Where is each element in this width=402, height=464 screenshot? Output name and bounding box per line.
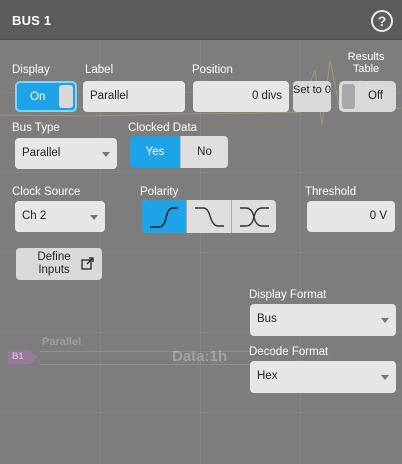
position-input-value: 0 divs — [251, 90, 282, 102]
decode-format-label: Decode Format — [249, 346, 329, 358]
panel-header: BUS 1 ? — [0, 0, 402, 40]
results-table-toggle[interactable]: Off — [339, 81, 396, 112]
decode-format-dropdown[interactable]: Hex — [250, 361, 396, 393]
label-label: Label — [85, 64, 114, 76]
bus-type-value: Parallel — [22, 147, 61, 159]
polarity-selector — [142, 200, 276, 233]
threshold-label: Threshold — [305, 186, 357, 198]
rising-edge-button[interactable] — [142, 200, 186, 233]
chevron-down-icon — [102, 152, 110, 157]
bus-data-readout: Data:1h — [172, 348, 228, 365]
threshold-value: 0 V — [369, 210, 387, 222]
either-edge-button[interactable] — [231, 200, 276, 233]
bus-marker-label: B1 — [12, 351, 24, 361]
toggle-knob — [342, 84, 355, 109]
grid-line — [0, 412, 402, 413]
results-table-label: Results Table — [347, 51, 385, 75]
results-table-value: Off — [368, 90, 384, 102]
label-input[interactable]: Parallel — [83, 81, 185, 112]
clocked-data-label: Clocked Data — [128, 122, 198, 134]
falling-edge-icon — [195, 207, 224, 227]
clocked-yes-button[interactable]: Yes — [130, 136, 180, 168]
define-inputs-button[interactable]: Define Inputs — [16, 248, 102, 280]
bus-name: Parallel — [42, 336, 82, 348]
rising-edge-icon — [150, 207, 178, 228]
set-to-zero-label: Set to 0 — [293, 84, 331, 96]
polarity-label: Polarity — [140, 186, 179, 198]
display-toggle-value: On — [30, 91, 46, 103]
external-link-icon — [81, 257, 94, 270]
clocked-data-selector: Yes No — [130, 136, 228, 168]
position-label: Position — [192, 64, 233, 76]
define-inputs-label: Define Inputs — [37, 251, 71, 276]
panel-title: BUS 1 — [12, 13, 52, 28]
falling-edge-button[interactable] — [186, 200, 231, 233]
either-edge-icon — [240, 207, 269, 227]
help-icon[interactable]: ? — [371, 10, 393, 32]
chevron-down-icon — [381, 318, 389, 323]
clocked-no-button[interactable]: No — [180, 136, 228, 168]
clock-source-dropdown[interactable]: Ch 2 — [15, 201, 105, 232]
toggle-knob — [59, 85, 73, 108]
decode-format-value: Hex — [257, 370, 278, 382]
set-to-zero-button[interactable]: Set to 0 — [293, 81, 331, 112]
clock-source-label: Clock Source — [12, 186, 81, 198]
display-format-label: Display Format — [249, 289, 327, 301]
chevron-down-icon — [90, 215, 98, 220]
bus-config-panel: B1 Parallel Data:1h BUS 1 ? Display On L… — [0, 0, 402, 464]
bus-type-dropdown[interactable]: Parallel — [15, 138, 117, 169]
display-label: Display — [12, 64, 50, 76]
clock-source-value: Ch 2 — [22, 210, 47, 222]
display-format-value: Bus — [257, 313, 277, 325]
grid-line — [0, 172, 402, 173]
position-input[interactable]: 0 divs — [193, 81, 289, 112]
bus-marker: B1 — [8, 350, 38, 364]
bus-type-label: Bus Type — [12, 122, 60, 134]
label-input-value: Parallel — [90, 90, 129, 102]
chevron-down-icon — [381, 375, 389, 380]
display-toggle[interactable]: On — [15, 81, 77, 112]
display-format-dropdown[interactable]: Bus — [250, 304, 396, 336]
threshold-input[interactable]: 0 V — [307, 201, 395, 232]
